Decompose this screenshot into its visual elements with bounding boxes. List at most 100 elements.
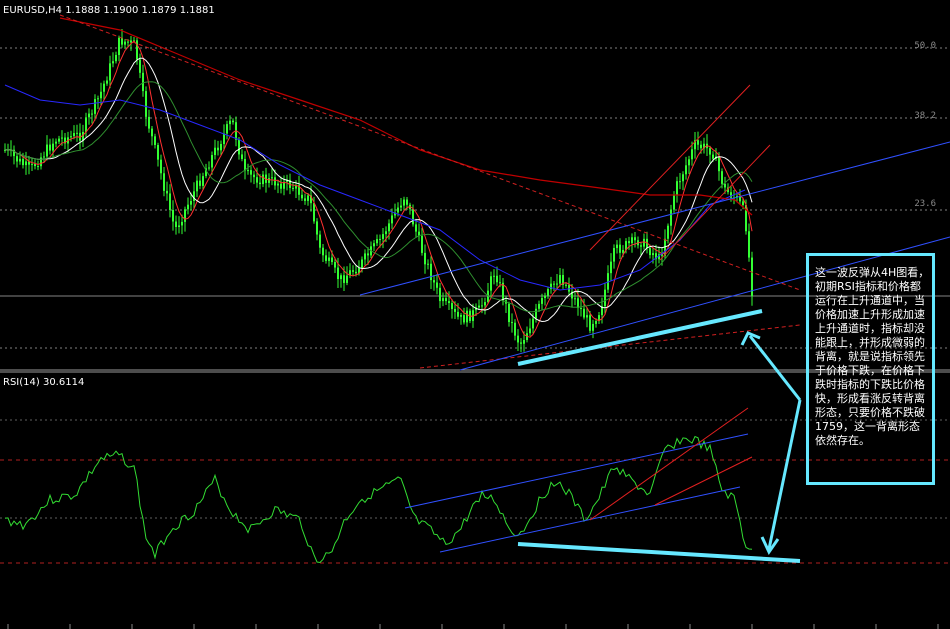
candle-body xyxy=(643,238,645,247)
candle-body xyxy=(337,267,339,280)
candle-body xyxy=(130,40,132,43)
candle-body xyxy=(391,215,393,224)
candle-body xyxy=(58,138,60,142)
candle-body xyxy=(247,170,249,172)
candle-body xyxy=(301,194,303,199)
candle-body xyxy=(718,156,720,172)
candle-body xyxy=(412,209,414,225)
candle-body xyxy=(685,165,687,175)
candle-body xyxy=(325,255,327,261)
candle-body xyxy=(367,253,369,256)
candle-body xyxy=(448,301,450,304)
candle-body xyxy=(196,180,198,192)
candle-body xyxy=(115,54,117,62)
candle-body xyxy=(748,231,750,258)
candle-body xyxy=(538,303,540,309)
candle-body xyxy=(91,113,93,115)
candle-body xyxy=(547,289,549,296)
candle-body xyxy=(331,257,333,263)
candle-body xyxy=(190,201,192,205)
rsi-header: RSI(14) 30.6114 xyxy=(3,377,85,388)
candle-body xyxy=(466,310,468,323)
candle-body xyxy=(328,257,330,261)
candle-body xyxy=(442,298,444,302)
candle-body xyxy=(43,156,45,158)
candle-body xyxy=(199,180,201,186)
candle-body xyxy=(721,171,723,184)
candle-body xyxy=(280,183,282,189)
candle-body xyxy=(700,144,702,149)
candle-body xyxy=(304,198,306,201)
candle-body xyxy=(697,140,699,145)
candle-body xyxy=(379,238,381,240)
candle-body xyxy=(262,174,264,185)
candle-body xyxy=(172,209,174,222)
chart-window: EURUSD,H4 1.1888 1.1900 1.1879 1.1881 RS… xyxy=(0,0,950,629)
candle-body xyxy=(220,143,222,151)
candle-body xyxy=(277,183,279,186)
candle-body xyxy=(145,91,147,117)
candle-body xyxy=(25,161,27,166)
candle-body xyxy=(22,158,24,166)
candle-body xyxy=(364,253,366,260)
candle-body xyxy=(34,163,36,167)
candle-body xyxy=(103,83,105,92)
candle-body xyxy=(688,159,690,166)
candle-body xyxy=(322,247,324,256)
candle-body xyxy=(673,195,675,210)
candle-body xyxy=(583,308,585,318)
candle-body xyxy=(178,225,180,227)
candle-body xyxy=(55,141,57,144)
trendline-dashed xyxy=(419,324,801,369)
candle-body xyxy=(517,335,519,343)
candle-body xyxy=(514,322,516,336)
candle-body xyxy=(634,237,636,241)
rsi-lows-highlight xyxy=(517,542,801,563)
candle-body xyxy=(163,173,165,191)
candle-body xyxy=(604,289,606,307)
main-chart-header: EURUSD,H4 1.1888 1.1900 1.1879 1.1881 xyxy=(3,5,215,16)
candle-body xyxy=(352,270,354,272)
candle-body xyxy=(208,167,210,169)
candle-body xyxy=(403,199,405,206)
candle-body xyxy=(193,191,195,202)
candle-body xyxy=(73,133,75,137)
candle-body xyxy=(109,63,111,81)
candle-body xyxy=(181,221,183,226)
candle-body xyxy=(730,192,732,198)
candle-body xyxy=(436,282,438,288)
candle-body xyxy=(259,182,261,185)
candle-body xyxy=(439,287,441,302)
moving-average-green xyxy=(4,81,753,313)
candle-body xyxy=(424,252,426,265)
candle-body xyxy=(100,91,102,99)
candle-body xyxy=(463,315,465,323)
candle-body xyxy=(397,207,399,213)
candle-body xyxy=(112,61,114,64)
fib-level-50: 50.0 xyxy=(914,41,936,51)
candle-body xyxy=(361,259,363,268)
candle-body xyxy=(139,59,141,73)
candle-body xyxy=(490,276,492,291)
candle-body xyxy=(76,132,78,134)
moving-average-white xyxy=(4,57,753,323)
candle-body xyxy=(616,244,618,249)
candle-body xyxy=(376,239,378,244)
candle-body xyxy=(382,234,384,239)
candle-body xyxy=(52,143,54,151)
candle-body xyxy=(667,225,669,239)
candle-body xyxy=(556,283,558,285)
candle-body xyxy=(496,275,498,283)
candle-body xyxy=(676,181,678,196)
candle-body xyxy=(478,305,480,308)
candle-body xyxy=(577,298,579,309)
candle-body xyxy=(151,128,153,137)
candle-body xyxy=(244,158,246,171)
candle-body xyxy=(94,99,96,114)
candle-body xyxy=(415,224,417,232)
candle-body xyxy=(334,262,336,268)
candle-body xyxy=(211,155,213,168)
candle-body xyxy=(574,298,576,300)
fib-level-38: 38.2 xyxy=(914,111,936,121)
candle-body xyxy=(430,263,432,281)
